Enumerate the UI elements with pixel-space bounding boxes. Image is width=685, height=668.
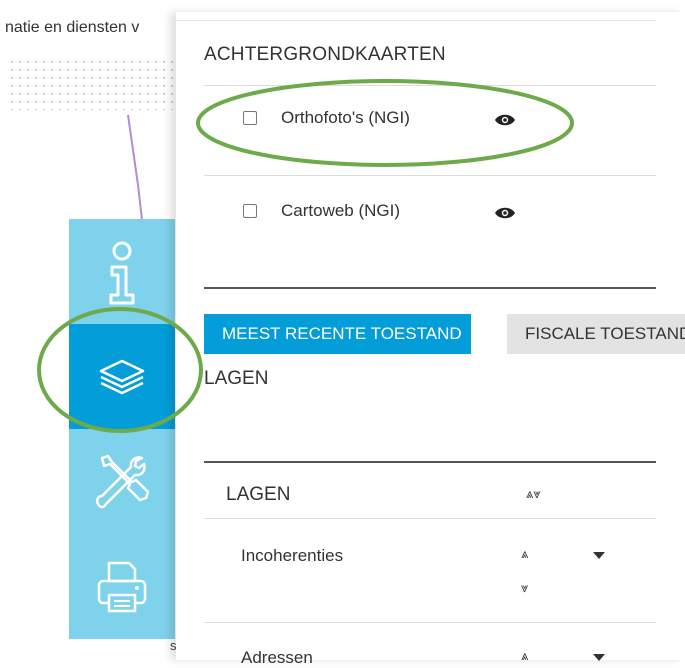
layers-title: LAGEN [204,368,269,389]
tools-button[interactable] [69,429,175,534]
divider [204,85,656,86]
eye-icon[interactable] [494,113,516,127]
info-button[interactable] [69,219,175,324]
printer-icon [97,561,147,612]
background-map-row-cartoweb[interactable]: Cartoweb (NGI) [204,185,656,237]
tab-meest-recente-toestand[interactable]: MEEST RECENTE TOESTAND [204,314,471,354]
move-up-icon[interactable]: ⩓ [521,546,528,562]
panel-top-divider [176,20,656,21]
sort-all-icon[interactable]: ⩓⩔ [526,486,541,502]
orthofoto-checkbox[interactable] [243,111,257,125]
print-button[interactable] [69,534,175,639]
move-down-icon[interactable]: ⩔ [521,580,528,596]
layer-name: Adressen [241,648,313,667]
layer-name: Incoherenties [241,546,344,565]
background-map-label: Orthofoto's (NGI) [281,108,410,127]
background-map-label: Cartoweb (NGI) [281,201,401,220]
divider [204,622,656,623]
section-divider [204,461,656,463]
info-icon [109,241,135,304]
cartoweb-checkbox[interactable] [243,204,257,218]
layers-panel: ACHTERGRONDKAARTEN Orthofoto's (NGI) Car… [176,12,685,667]
tabs: MEEST RECENTE TOESTAND FISCALE TOESTAND [204,314,685,354]
eye-icon[interactable] [494,206,516,220]
tab-fiscale-toestand[interactable]: FISCALE TOESTAND [507,314,685,354]
background-map-row-orthofoto[interactable]: Orthofoto's (NGI) [204,97,656,149]
tools-icon [95,454,150,508]
background-maps-title: ACHTERGRONDKAARTEN [204,44,446,65]
side-toolbar [69,219,175,639]
divider [204,518,656,519]
layers-table-header: LAGEN [226,484,291,505]
layers-button[interactable] [69,324,175,429]
layers-icon [99,359,145,394]
divider [204,175,656,176]
map-boundary-line [127,114,143,221]
move-up-icon[interactable]: ⩓ [521,648,528,664]
section-divider [204,287,656,289]
chevron-down-icon[interactable] [593,552,605,559]
